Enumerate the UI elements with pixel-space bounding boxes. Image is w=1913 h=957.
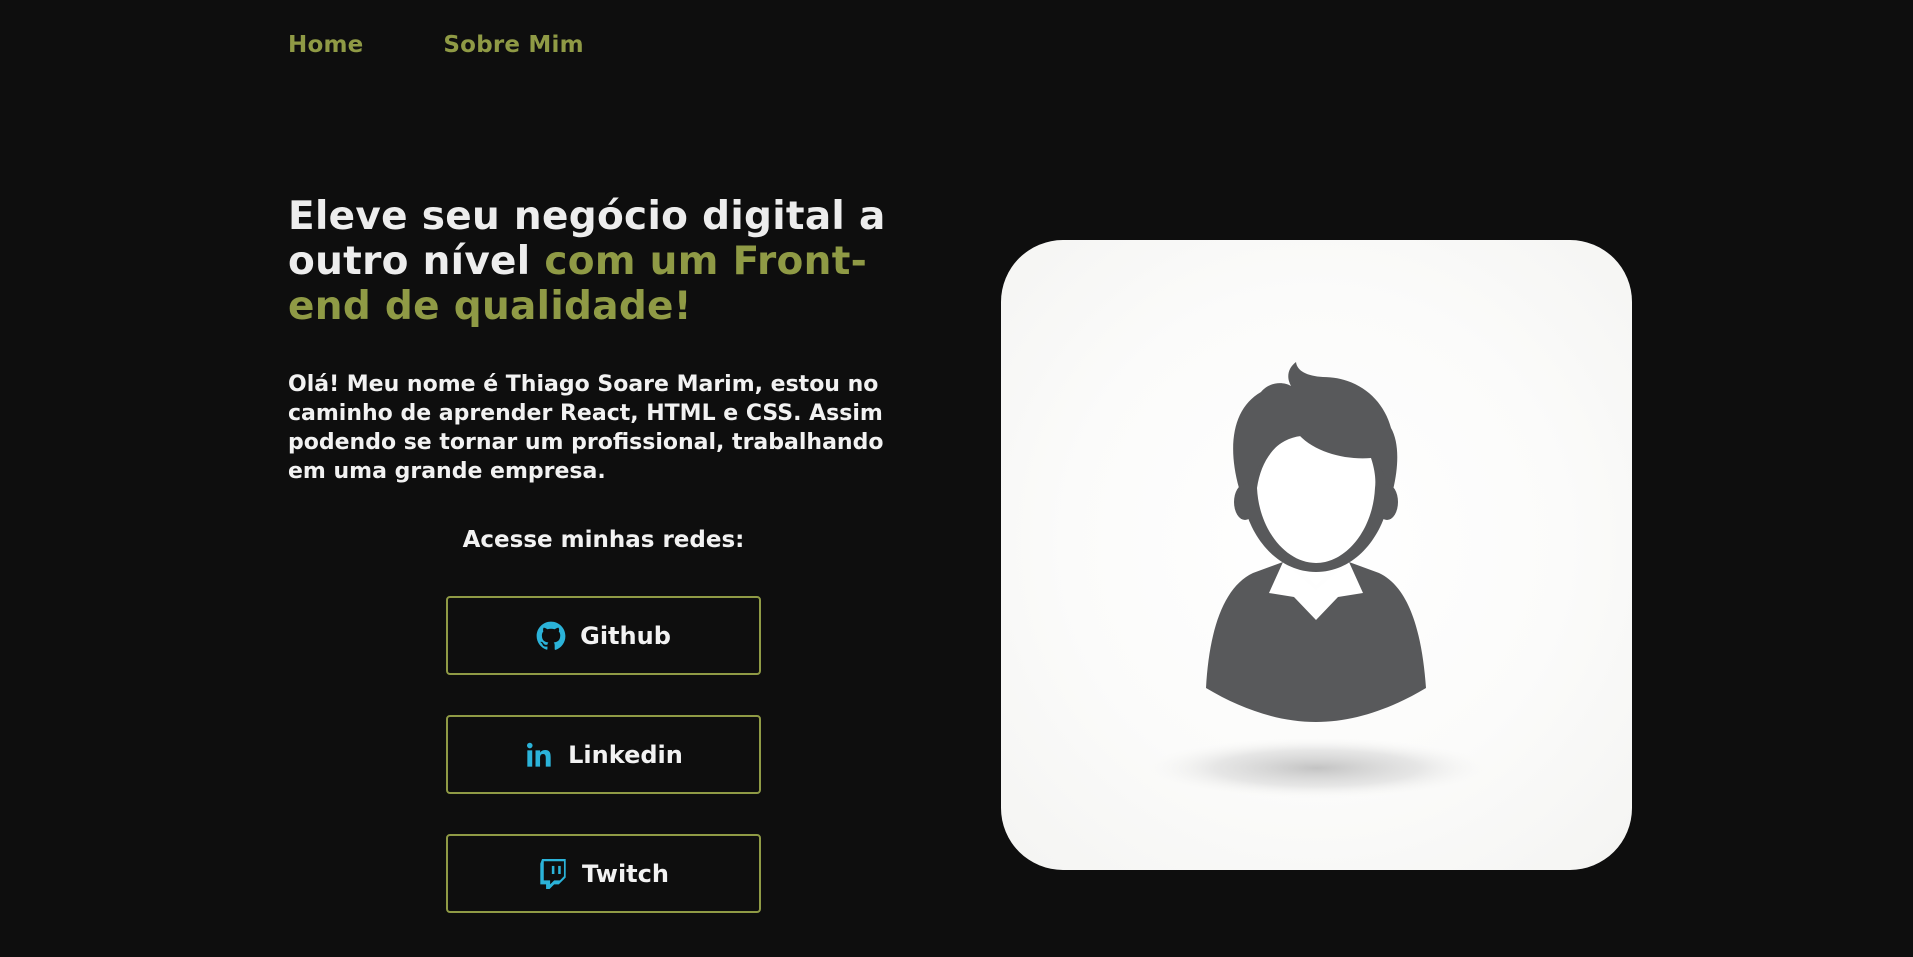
github-label: Github bbox=[580, 621, 671, 650]
linkedin-label: Linkedin bbox=[568, 740, 683, 769]
linkedin-icon bbox=[524, 740, 554, 770]
user-avatar-icon bbox=[1147, 362, 1487, 798]
profile-avatar-card bbox=[1001, 240, 1632, 870]
top-nav: Home Sobre Mim bbox=[288, 32, 584, 58]
intro-paragraph: Olá! Meu nome é Thiago Soare Marim, esto… bbox=[288, 372, 884, 484]
linkedin-button[interactable]: Linkedin bbox=[446, 715, 761, 794]
twitch-icon bbox=[538, 858, 568, 889]
nav-home-link[interactable]: Home bbox=[288, 32, 363, 58]
socials-title: Acesse minhas redes: bbox=[462, 527, 745, 553]
hero-headline: Eleve seu negócio digital a outro nível … bbox=[288, 194, 948, 329]
twitch-button[interactable]: Twitch bbox=[446, 834, 761, 913]
github-button[interactable]: Github bbox=[446, 596, 761, 675]
github-icon bbox=[536, 621, 566, 651]
twitch-label: Twitch bbox=[582, 859, 669, 888]
nav-about-link[interactable]: Sobre Mim bbox=[443, 32, 583, 58]
